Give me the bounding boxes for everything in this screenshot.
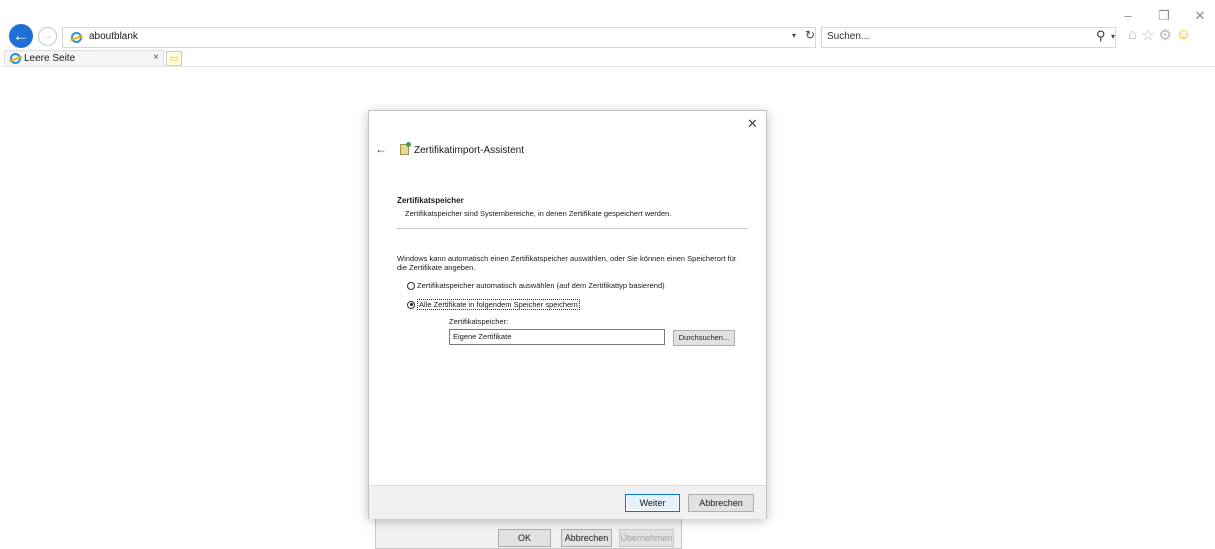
radio-auto-label[interactable]: Zertifikatspeicher automatisch auswählen… [417, 281, 665, 290]
search-icon[interactable]: ⚲ [1096, 28, 1106, 44]
minimize-button[interactable]: – [1121, 8, 1135, 24]
window-controls: – ❐ ✕ [1121, 8, 1207, 24]
search-dropdown-icon[interactable]: ▾ [1111, 32, 1115, 41]
certificate-import-wizard: ✕ ← Zertifikatimport-Assistent Zertifika… [368, 110, 767, 519]
address-text[interactable]: aboutblank [89, 31, 138, 42]
search-input[interactable]: Suchen... [821, 27, 1116, 48]
smiley-icon[interactable]: ☺ [1176, 26, 1191, 44]
section-heading: Zertifikatspeicher [397, 196, 464, 205]
tab-title: Leere Seite [24, 53, 76, 64]
address-dropdown-icon[interactable]: ▾ [792, 31, 796, 40]
tab-bar: Leere Seite × ▭ [0, 50, 1215, 67]
new-tab-button[interactable]: ▭ [166, 51, 182, 66]
tab-close-icon[interactable]: × [153, 52, 159, 63]
certificate-store-field[interactable]: Eigene Zertifikate [449, 329, 665, 345]
radio-manual-indicator[interactable] [407, 300, 415, 309]
ok-button[interactable]: OK [498, 529, 551, 547]
cancel-button[interactable]: Abbrechen [688, 494, 754, 512]
radio-auto-store[interactable]: Zertifikatspeicher automatisch auswählen… [407, 281, 665, 290]
section-subtitle: Zertifikatspeicher sind Systembereiche, … [405, 209, 672, 218]
ie-page-icon [71, 32, 82, 43]
forward-button[interactable]: → [38, 27, 57, 46]
favorites-icon[interactable]: ☆ [1141, 26, 1154, 44]
refresh-icon[interactable]: ↻ [805, 28, 815, 42]
restore-button[interactable]: ❐ [1157, 8, 1171, 24]
store-field-label: Zertifikatspeicher: [449, 317, 509, 326]
radio-manual-label[interactable]: Alle Zertifikate in folgendem Speicher s… [417, 299, 580, 310]
apply-button: Übernehmen [619, 529, 674, 547]
certificate-icon [400, 142, 411, 155]
tab-leere-seite[interactable]: Leere Seite × [4, 50, 164, 66]
search-placeholder: Suchen... [827, 31, 870, 42]
next-button[interactable]: Weiter [625, 494, 680, 512]
background-cancel-button[interactable]: Abbrechen [561, 529, 612, 547]
home-icon[interactable]: ⌂ [1128, 26, 1137, 44]
gear-icon[interactable]: ⚙ [1159, 26, 1172, 44]
wizard-title: Zertifikatimport-Assistent [414, 145, 525, 156]
header-divider [397, 228, 749, 229]
wizard-footer: Weiter Abbrechen [369, 485, 766, 519]
browse-button[interactable]: Durchsuchen... [673, 330, 735, 346]
back-button[interactable]: ← [9, 24, 33, 48]
close-window-button[interactable]: ✕ [1193, 8, 1207, 24]
radio-auto-indicator[interactable] [407, 281, 415, 290]
address-bar[interactable]: aboutblank [62, 27, 816, 48]
ie-tab-icon [10, 53, 21, 64]
toolbar-icons: ⌂ ☆ ⚙ ☺ [1128, 26, 1191, 44]
intro-text: Windows kann automatisch einen Zertifika… [397, 254, 737, 272]
wizard-back-icon[interactable]: ← [375, 142, 387, 156]
close-icon[interactable]: ✕ [747, 116, 758, 132]
radio-manual-store[interactable]: Alle Zertifikate in folgendem Speicher s… [407, 299, 580, 310]
